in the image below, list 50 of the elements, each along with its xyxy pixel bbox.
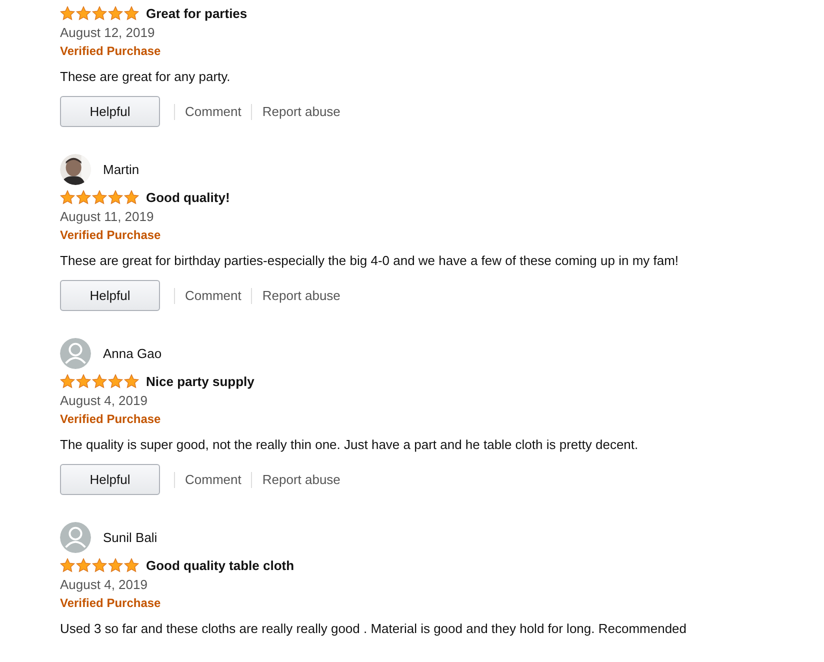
star-icon xyxy=(76,374,91,388)
avatar-icon xyxy=(60,522,91,552)
star-icon xyxy=(60,6,75,20)
helpful-button[interactable]: Helpful xyxy=(60,96,160,127)
helpful-button[interactable]: Helpful xyxy=(60,464,160,495)
comment-link[interactable]: Comment xyxy=(185,104,242,119)
star-icon xyxy=(76,190,91,204)
review-text: Used 3 so far and these cloths are really really good . Material is good and they hold for long. Recommended xyxy=(60,620,688,637)
report-abuse-link[interactable]: Report abuse xyxy=(262,104,340,119)
reviewer-name[interactable]: Sunil Bali xyxy=(103,530,158,544)
star-icon xyxy=(76,558,91,572)
star-icon xyxy=(108,558,123,572)
star-icon xyxy=(124,6,139,20)
review-title: Good quality! xyxy=(146,190,230,204)
star-icon xyxy=(92,374,107,388)
star-icon xyxy=(60,374,75,388)
review-title: Nice party supply xyxy=(146,374,254,388)
review-text: These are great for any party. xyxy=(60,68,232,85)
review-date: August 11, 2019 xyxy=(60,208,155,225)
verified-purchase-label: Verified Purchase xyxy=(60,596,161,610)
star-icon xyxy=(108,190,123,204)
star-icon xyxy=(60,190,75,204)
review-date: August 4, 2019 xyxy=(60,392,148,409)
star-icon xyxy=(92,6,107,20)
star-icon xyxy=(92,558,107,572)
reviewer-name[interactable]: Anna Gao xyxy=(103,346,162,360)
star-icon xyxy=(76,6,91,20)
review-date: August 4, 2019 xyxy=(60,576,148,593)
star-icon xyxy=(108,374,123,388)
review-text: These are great for birthday parties-especially the big 4-0 and we have a few of these coming up in my fam! xyxy=(60,252,680,269)
review-date: August 12, 2019 xyxy=(60,24,156,41)
report-abuse-link[interactable]: Report abuse xyxy=(262,472,340,487)
review-title: Great for parties xyxy=(146,6,248,20)
reviewer-name[interactable]: Martin xyxy=(103,162,140,176)
verified-purchase-label: Verified Purchase xyxy=(60,412,161,426)
verified-purchase-label: Verified Purchase xyxy=(60,228,161,242)
report-abuse-link[interactable]: Report abuse xyxy=(262,288,340,303)
star-icon xyxy=(108,6,123,20)
star-icon xyxy=(124,558,139,572)
helpful-button[interactable]: Helpful xyxy=(60,280,160,311)
verified-purchase-label: Verified Purchase xyxy=(60,44,161,58)
review-text: The quality is super good, not the really thin one. Just have a part and he table cloth is pretty decent. xyxy=(60,436,640,453)
comment-link[interactable]: Comment xyxy=(185,288,242,303)
comment-link[interactable]: Comment xyxy=(185,472,242,487)
review-title: Good quality table cloth xyxy=(146,558,294,572)
star-icon xyxy=(124,190,139,204)
star-icon xyxy=(92,190,107,204)
star-icon xyxy=(60,558,75,572)
star-icon xyxy=(124,374,139,388)
avatar-icon xyxy=(60,338,91,368)
